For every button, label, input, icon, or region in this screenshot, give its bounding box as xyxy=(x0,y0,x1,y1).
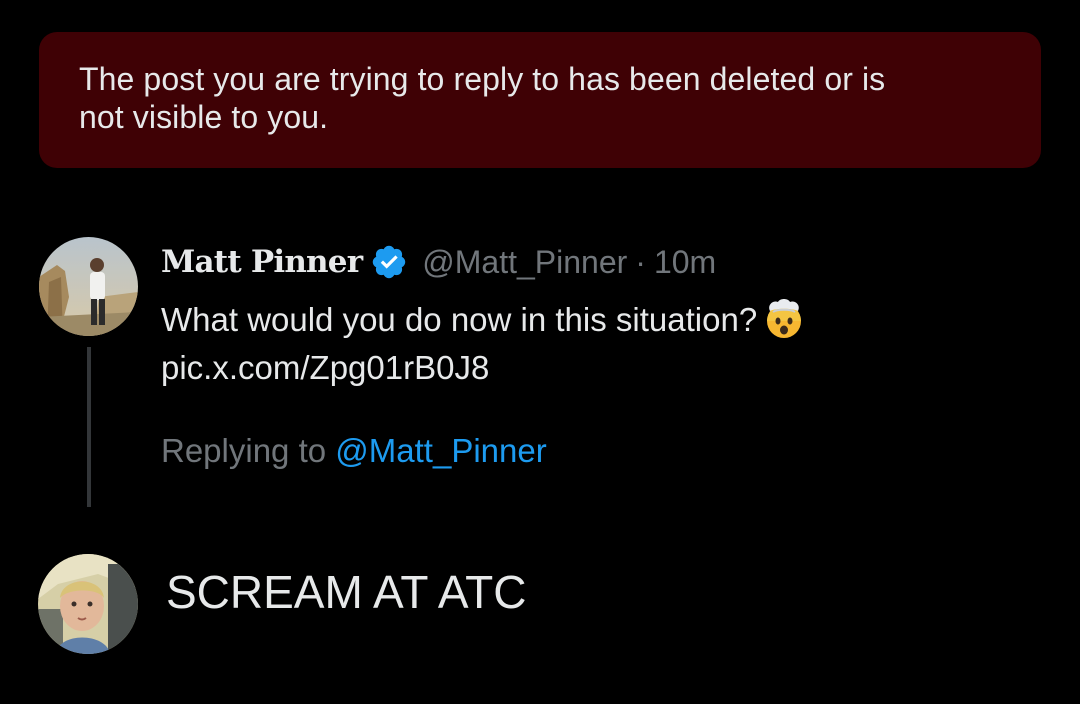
reply-composer-input[interactable]: SCREAM AT ATC xyxy=(166,566,526,618)
avatar-photo xyxy=(38,554,138,654)
post-unavailable-banner: The post you are trying to reply to has … xyxy=(39,32,1041,168)
post-media-link[interactable]: pic.x.com/Zpg01rB0J8 xyxy=(161,344,981,392)
replying-to-line: Replying to @Matt_Pinner xyxy=(161,432,547,470)
parent-post-header: Matt Pinner @Matt_Pinner · 10m xyxy=(161,240,716,284)
parent-post-avatar[interactable] xyxy=(39,237,138,336)
composer-avatar[interactable] xyxy=(38,554,138,654)
thread-connector-line xyxy=(87,347,91,507)
avatar-photo xyxy=(39,237,138,336)
banner-message-line-2: not visible to you. xyxy=(79,99,329,135)
banner-message: The post you are trying to reply to has … xyxy=(79,60,1001,136)
banner-message-line-1: The post you are trying to reply to has … xyxy=(79,61,886,97)
replying-to-handle-link[interactable]: @Matt_Pinner xyxy=(335,432,546,469)
post-timestamp[interactable]: 10m xyxy=(654,244,716,281)
exploding-head-icon xyxy=(763,297,805,339)
post-text-sentence: What would you do now in this situation? xyxy=(161,301,758,338)
author-display-name[interactable]: Matt Pinner xyxy=(161,244,363,280)
parent-post-text: What would you do now in this situation?… xyxy=(161,296,981,392)
author-handle[interactable]: @Matt_Pinner xyxy=(422,244,627,281)
post-text-line-1: What would you do now in this situation? xyxy=(161,296,981,344)
replying-to-prefix: Replying to xyxy=(161,432,327,469)
verified-badge-icon xyxy=(370,243,408,281)
header-separator: · xyxy=(635,243,646,280)
